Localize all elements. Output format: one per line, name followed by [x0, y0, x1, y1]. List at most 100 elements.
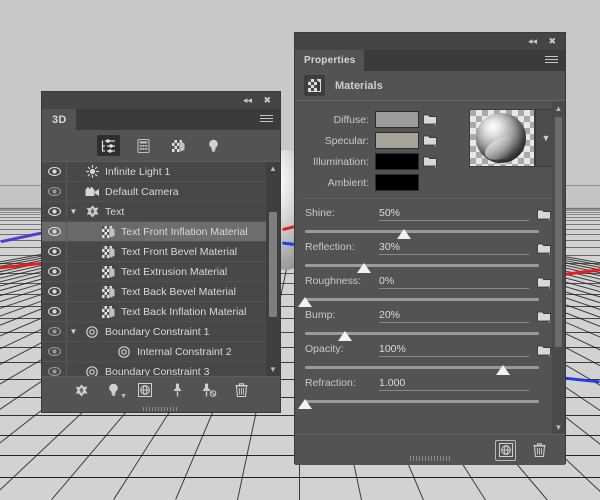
load-material-button[interactable] [495, 439, 516, 461]
properties-footer-toolbar [295, 434, 565, 465]
lights-filter-icon[interactable] [202, 135, 225, 156]
property-label: Bump: [305, 309, 336, 321]
scene-list-row[interactable]: Text Back Inflation Material [42, 302, 280, 322]
close-icon[interactable]: ✖ [263, 96, 271, 105]
scene-list-row[interactable]: ▼ Text [42, 202, 280, 222]
property-slider-track[interactable] [305, 227, 555, 241]
color-swatch[interactable] [375, 153, 419, 170]
scene-list-row[interactable]: Text Front Bevel Material [42, 242, 280, 262]
collapse-icon[interactable]: ◂◂ [243, 96, 252, 105]
scene-list-row[interactable]: Default Camera [42, 182, 280, 202]
folder-icon[interactable] [419, 113, 441, 126]
add-light-button[interactable]: ▼ [104, 381, 127, 400]
delete-material-button[interactable] [530, 441, 549, 460]
color-swatch[interactable] [375, 132, 419, 149]
panel-3d: ◂◂ ✖ 3D Infinite Light 1 Default Camera ▼ T… [42, 92, 280, 412]
scrollbar-thumb[interactable] [555, 117, 562, 347]
mesh-filter-icon[interactable] [132, 135, 155, 156]
chevron-down-icon[interactable]: ▼ [552, 420, 565, 434]
chevron-down-icon[interactable]: ▼ [266, 363, 280, 376]
chevron-up-icon[interactable]: ▲ [552, 101, 565, 115]
property-slider-thumb[interactable] [397, 229, 411, 239]
property-value-input[interactable]: 30% [379, 241, 529, 255]
panel-3d-titlebar[interactable]: ◂◂ ✖ [42, 92, 280, 109]
collapse-icon[interactable]: ◂◂ [528, 37, 537, 46]
property-slider-thumb[interactable] [357, 263, 372, 273]
eye-icon[interactable] [42, 207, 66, 216]
eye-icon[interactable] [42, 227, 66, 236]
eye-icon[interactable] [42, 327, 66, 336]
resize-grip[interactable] [410, 456, 450, 461]
folder-icon[interactable] [419, 134, 441, 147]
property-slider-thumb[interactable] [298, 297, 312, 307]
hamburger-menu-icon[interactable] [545, 56, 558, 65]
property-value-input[interactable]: 100% [379, 343, 529, 357]
scene-list-row[interactable]: Infinite Light 1 [42, 162, 280, 182]
property-slider-thumb[interactable] [337, 331, 352, 341]
remove-constraint-button[interactable] [200, 381, 218, 399]
panel-properties-titlebar[interactable]: ◂◂ ✖ [295, 33, 565, 50]
row-constraint-icon [82, 325, 102, 338]
property-slider-track[interactable] [305, 261, 555, 275]
scene-list-row[interactable]: Text Front Inflation Material [42, 222, 280, 242]
property-slider-row: Shine: 50% [295, 207, 565, 241]
row-constraint-icon [82, 365, 102, 376]
add-constraint-button[interactable] [168, 381, 186, 399]
eye-icon[interactable] [42, 167, 66, 176]
property-slider-track[interactable] [298, 397, 555, 411]
property-value-input[interactable]: 50% [379, 207, 529, 221]
scene-filter-icon[interactable] [97, 135, 120, 156]
eye-icon[interactable] [42, 267, 66, 276]
add-mesh-button[interactable] [72, 381, 90, 399]
hamburger-menu-icon[interactable] [260, 115, 273, 124]
row-mesh-icon [82, 205, 102, 218]
property-slider-thumb[interactable] [298, 399, 312, 409]
eye-icon[interactable] [42, 307, 66, 316]
close-icon[interactable]: ✖ [548, 37, 556, 46]
color-swatch[interactable] [375, 111, 419, 128]
add-ibl-button[interactable] [136, 381, 154, 399]
property-value-input[interactable]: 1.000 [379, 377, 529, 391]
resize-grip[interactable] [143, 407, 179, 411]
chevron-down-icon[interactable]: ▼ [67, 207, 80, 216]
scene-list-row[interactable]: ▼ Boundary Constraint 1 [42, 322, 280, 342]
property-label: Roughness: [305, 275, 362, 287]
row-material-icon [98, 305, 118, 318]
property-label: Illumination: [312, 155, 369, 168]
eye-icon[interactable] [42, 347, 66, 356]
property-value-input[interactable]: 0% [379, 275, 529, 289]
list-scrollbar[interactable]: ▲ ▼ [266, 162, 280, 376]
property-slider-track[interactable] [305, 329, 555, 343]
eye-icon[interactable] [42, 367, 66, 376]
delete-button[interactable] [232, 381, 250, 399]
property-value-input[interactable]: 20% [379, 309, 529, 323]
row-material-icon [98, 285, 118, 298]
scene-list-row[interactable]: Internal Constraint 2 [42, 342, 280, 362]
properties-scrollbar[interactable]: ▲ ▼ [552, 101, 565, 434]
property-label: Reflection: [305, 241, 355, 253]
tab-3d[interactable]: 3D [42, 109, 77, 130]
material-sphere-preview[interactable] [469, 109, 535, 167]
row-material-icon [98, 265, 118, 278]
scrollbar-thumb[interactable] [269, 212, 277, 317]
eye-icon[interactable] [42, 287, 66, 296]
folder-icon[interactable] [419, 155, 441, 168]
chevron-up-icon[interactable]: ▲ [266, 162, 280, 175]
property-slider-track[interactable] [305, 363, 555, 377]
color-swatch[interactable] [375, 174, 419, 191]
panel-properties: ◂◂ ✖ Properties Materials ▼ Diffuse: Spe… [295, 33, 565, 465]
property-slider-thumb[interactable] [496, 365, 510, 375]
scene-list-row[interactable]: Text Extrusion Material [42, 262, 280, 282]
tabrow-filler [76, 109, 280, 130]
materials-filter-icon[interactable] [167, 135, 190, 156]
eye-icon[interactable] [42, 187, 66, 196]
tab-properties[interactable]: Properties [295, 50, 365, 71]
scene-list-row[interactable]: Text Back Bevel Material [42, 282, 280, 302]
property-label: Refraction: [305, 377, 356, 389]
scene-list-row[interactable]: Boundary Constraint 3 [42, 362, 280, 376]
scene-list-row-label: Boundary Constraint 3 [105, 365, 210, 377]
chevron-down-icon[interactable]: ▼ [67, 327, 80, 336]
property-slider-track[interactable] [298, 295, 555, 309]
eye-icon[interactable] [42, 247, 66, 256]
property-label: Specular: [324, 134, 369, 147]
